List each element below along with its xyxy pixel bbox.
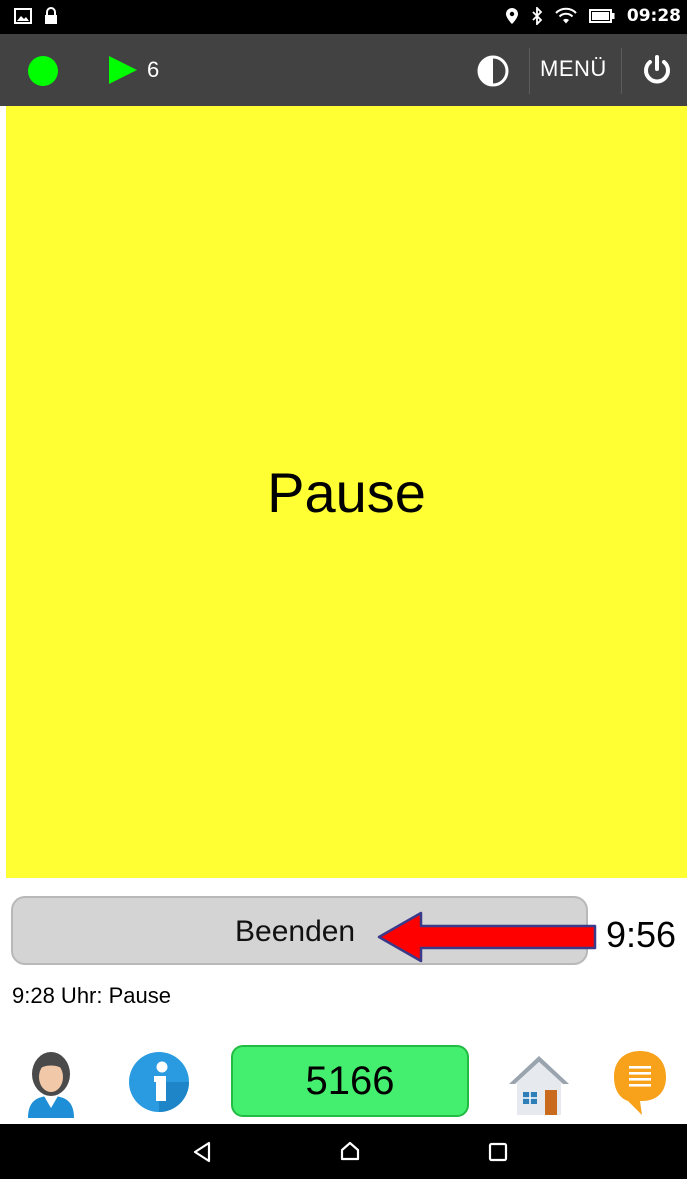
toolbar-divider xyxy=(621,48,622,94)
status-panel[interactable]: Pause xyxy=(6,106,687,878)
play-icon[interactable] xyxy=(108,55,138,85)
user-avatar-icon[interactable] xyxy=(22,1048,80,1118)
status-dot-icon[interactable] xyxy=(28,56,58,86)
recent-apps-icon[interactable] xyxy=(488,1142,508,1162)
status-log: 9:28 Uhr: Pause xyxy=(12,983,171,1008)
code-button[interactable]: 5166 xyxy=(231,1045,469,1117)
home-icon[interactable] xyxy=(505,1052,573,1116)
image-icon xyxy=(14,8,32,24)
menu-button[interactable]: MENÜ xyxy=(540,56,607,82)
back-icon[interactable] xyxy=(192,1141,212,1163)
bluetooth-icon xyxy=(532,7,543,25)
arrow-icon xyxy=(377,911,597,963)
play-count: 6 xyxy=(147,57,160,82)
chat-icon[interactable] xyxy=(612,1049,668,1117)
location-icon xyxy=(505,8,518,24)
finish-label: Beenden xyxy=(235,915,356,948)
countdown-timer: 9:56 xyxy=(606,914,677,955)
power-icon[interactable] xyxy=(642,54,672,86)
battery-icon xyxy=(588,9,615,23)
status-bar: 09:28 xyxy=(0,0,687,34)
navigation-bar xyxy=(0,1124,687,1179)
toolbar-divider xyxy=(529,48,530,94)
status-time: 09:28 xyxy=(626,6,681,26)
status-label: Pause xyxy=(267,461,426,524)
finish-button[interactable]: Beenden xyxy=(11,896,597,965)
lock-icon xyxy=(45,7,57,24)
wifi-icon xyxy=(555,7,577,24)
toolbar: 6 MENÜ xyxy=(0,34,687,106)
contrast-icon[interactable] xyxy=(477,55,509,87)
info-icon[interactable] xyxy=(128,1051,190,1113)
home-nav-icon[interactable] xyxy=(339,1140,361,1162)
